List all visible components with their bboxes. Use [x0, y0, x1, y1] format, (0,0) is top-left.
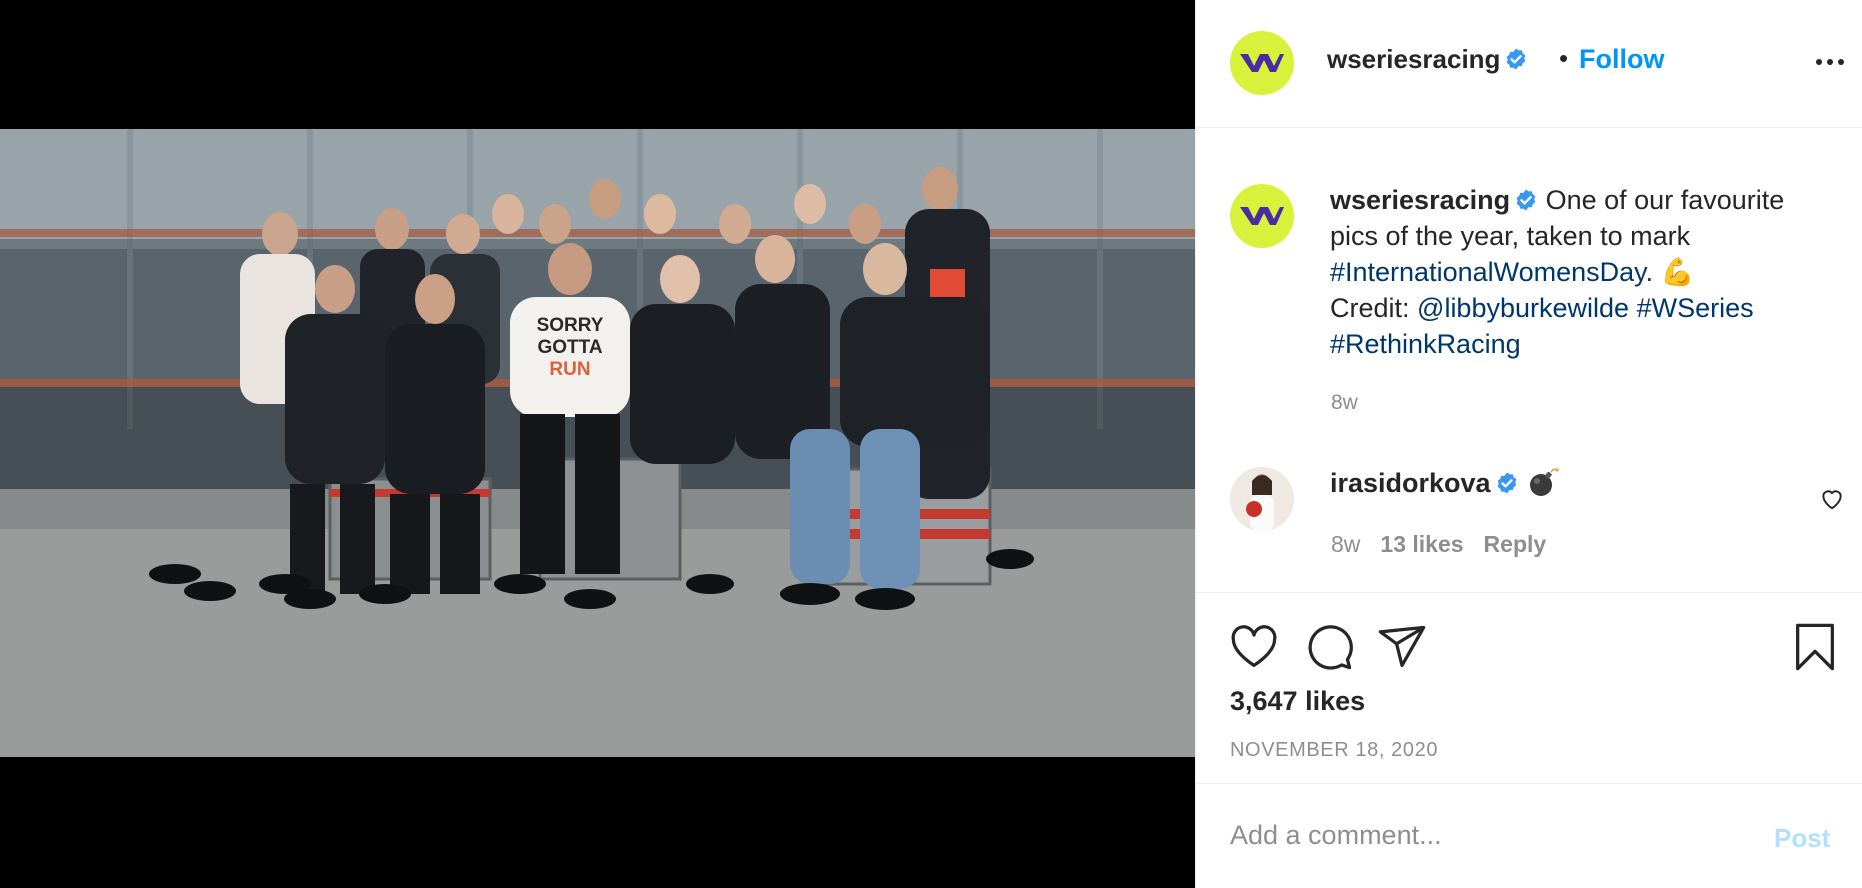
comment-reply-button[interactable]: Reply [1484, 531, 1547, 557]
verified-badge-icon [1507, 48, 1526, 70]
follow-button[interactable]: Follow [1579, 44, 1664, 75]
brand-logo-icon [1240, 207, 1284, 225]
like-heart-icon[interactable] [1228, 621, 1280, 673]
flexed-biceps-emoji: 💪 [1660, 257, 1695, 287]
profile-avatar[interactable] [1230, 31, 1294, 95]
comment-bubble-icon[interactable] [1303, 621, 1355, 673]
share-send-icon[interactable] [1376, 621, 1428, 673]
mention-libbyburkewilde[interactable]: @libbyburkewilde [1417, 293, 1629, 323]
commenter-photo [1230, 467, 1294, 531]
post-photo[interactable]: SORRY GOTTA RUN [0, 129, 1195, 757]
shirt-text-2: GOTTA [537, 337, 602, 358]
comment-meta: 8w 13 likes Reply [1331, 531, 1566, 558]
comment-like-heart-icon[interactable] [1819, 486, 1845, 512]
verified-badge-icon [1497, 472, 1516, 494]
caption-avatar[interactable] [1230, 184, 1294, 248]
save-bookmark-icon[interactable] [1789, 621, 1841, 673]
post-actions: 3,647 likes NOVEMBER 18, 2020 [1196, 594, 1862, 784]
comment-timestamp[interactable]: 8w [1331, 531, 1360, 557]
add-comment-input[interactable] [1230, 813, 1750, 857]
post-comment-button[interactable]: Post [1774, 823, 1830, 854]
shirt-text-3: RUN [549, 359, 590, 380]
brand-logo-icon [1240, 54, 1284, 72]
post-header: wseriesracing • Follow [1196, 0, 1862, 128]
hashtag-wseries[interactable]: #WSeries [1637, 293, 1754, 323]
bomb-emoji-icon [1529, 468, 1559, 496]
comment-row: irasidorkova [1330, 466, 1559, 499]
header-username-row[interactable]: wseriesracing [1327, 44, 1528, 75]
post-side-panel: wseriesracing • Follow wseriesracing One… [1195, 0, 1862, 888]
caption-timestamp[interactable]: 8w [1331, 391, 1358, 415]
more-options-icon[interactable] [1816, 52, 1850, 72]
caption-username[interactable]: wseriesracing [1330, 185, 1510, 215]
caption-body-2: . [1645, 257, 1661, 287]
separator-dot: • [1559, 43, 1569, 73]
verified-badge-icon [1516, 189, 1536, 211]
comments-section[interactable]: wseriesracing One of our favourite pics … [1196, 129, 1862, 593]
caption-credit-label: Credit: [1330, 293, 1418, 323]
hashtag-rethinkracing[interactable]: #RethinkRacing [1330, 329, 1521, 359]
comment-username[interactable]: irasidorkova [1330, 468, 1491, 498]
add-comment-bar: Post [1196, 785, 1862, 888]
commenter-avatar[interactable] [1230, 467, 1294, 531]
shirt-text-1: SORRY [537, 315, 604, 336]
post-media[interactable]: SORRY GOTTA RUN [0, 0, 1195, 888]
team-photo: SORRY GOTTA RUN [0, 129, 1195, 757]
hashtag-international-womens-day[interactable]: #InternationalWomensDay [1330, 257, 1646, 287]
comment-likes[interactable]: 13 likes [1380, 531, 1463, 557]
caption-text: wseriesracing One of our favourite pics … [1330, 182, 1830, 362]
post-date[interactable]: NOVEMBER 18, 2020 [1230, 739, 1438, 762]
header-username[interactable]: wseriesracing [1327, 44, 1500, 74]
likes-count[interactable]: 3,647 likes [1230, 686, 1365, 717]
